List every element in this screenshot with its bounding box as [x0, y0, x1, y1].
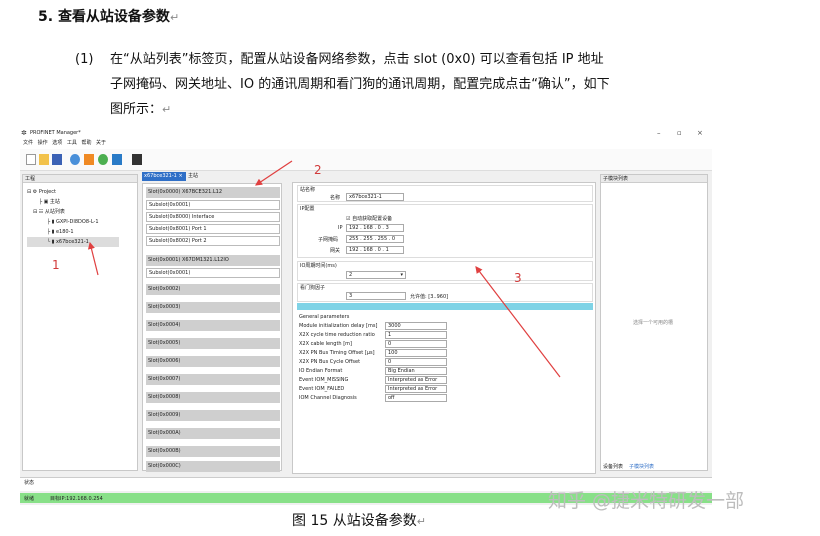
annotation-label-2: 2	[314, 163, 322, 177]
figure-caption: 图 15 从站设备参数↵	[292, 513, 426, 529]
paragraph-line: 子网掩码、网关地址、IO 的通讯周期和看门狗的通讯周期，配置完成点击“确认”，如…	[110, 77, 610, 92]
section-heading: 5. 查看从站设备参数↵	[38, 6, 179, 26]
heading-number: 5.	[38, 9, 54, 25]
watermark: 知乎 @捷米特研发一部	[548, 490, 745, 512]
paragraph-line: 图所示：↵	[110, 102, 172, 117]
paragraph-mark: ↵	[169, 11, 180, 24]
annotation-arrow-2	[255, 160, 293, 186]
annotation-label-1: 1	[52, 258, 60, 272]
list-number: (1)	[75, 52, 94, 67]
paragraph-line: 在“从站列表”标签页，配置从站设备网络参数，点击 slot (0x0) 可以查看…	[110, 52, 604, 67]
annotation-arrow-1	[87, 241, 99, 276]
embedded-screenshot: ✲ PROFINET Manager* – ▫ × 文件 操作 选项 工具 帮助…	[20, 127, 712, 505]
annotation-label-3: 3	[514, 271, 522, 285]
body-paragraph: (1) 在“从站列表”标签页，配置从站设备网络参数，点击 slot (0x0) …	[70, 47, 720, 122]
heading-title: 查看从站设备参数	[57, 9, 170, 25]
annotation-arrows	[87, 160, 561, 378]
